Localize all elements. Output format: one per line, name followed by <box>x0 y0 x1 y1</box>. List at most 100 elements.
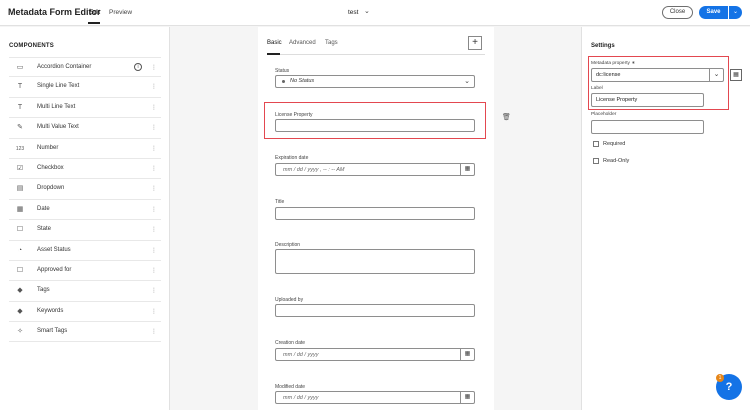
component-label: Dropdown <box>37 185 65 192</box>
help-notification-badge: 1 <box>716 374 724 382</box>
title-input[interactable] <box>275 207 475 220</box>
chevron-down-icon: ⌄ <box>464 78 470 85</box>
dropdown-icon: ▤ <box>16 185 24 193</box>
component-label: State <box>37 226 52 233</box>
component-smart-tags[interactable]: ✧ Smart Tags ⋮ <box>9 322 161 343</box>
info-icon[interactable]: i <box>134 63 142 71</box>
component-multi-line-text[interactable]: T Multi Line Text ⋮ <box>9 98 161 119</box>
text-icon: T <box>17 103 23 111</box>
drag-handle-icon[interactable]: ⋮ <box>151 185 157 192</box>
component-checkbox[interactable]: ☑ Checkbox ⋮ <box>9 159 161 180</box>
accordion-icon: ▭ <box>16 64 24 71</box>
trash-icon[interactable]: 🗑 <box>502 113 511 121</box>
drag-handle-icon[interactable]: ⋮ <box>151 165 157 172</box>
status-dropdown[interactable]: No Status ⌄ <box>275 75 475 88</box>
required-label: Required <box>603 141 626 147</box>
save-button[interactable]: Save <box>699 6 728 19</box>
modified-placeholder: mm / dd / yyyy <box>283 395 319 401</box>
status-label: Status <box>275 68 290 74</box>
component-label: Date <box>37 205 50 212</box>
smart-tag-icon: ✧ <box>17 328 23 336</box>
component-tags[interactable]: ◆ Tags ⋮ <box>9 281 161 302</box>
drag-handle-icon[interactable]: ⋮ <box>151 64 157 71</box>
component-label: Keywords <box>37 307 64 314</box>
drag-handle-icon[interactable]: ⋮ <box>151 124 157 131</box>
calendar-icon[interactable]: ▦ <box>460 164 474 175</box>
component-dropdown[interactable]: ▤ Dropdown ⋮ <box>9 179 161 200</box>
drag-handle-icon[interactable]: ⋮ <box>151 206 157 213</box>
read-only-label: Read-Only <box>603 158 630 164</box>
asset-status-icon: ◔ <box>17 246 23 254</box>
component-accordion-container[interactable]: ▭ Accordion Container i ⋮ <box>9 57 161 78</box>
drag-handle-icon[interactable]: ⋮ <box>151 247 157 254</box>
drag-handle-icon[interactable]: ⋮ <box>151 83 157 90</box>
drag-handle-icon[interactable]: ⋮ <box>151 226 157 233</box>
calendar-icon[interactable]: ▦ <box>460 349 474 360</box>
drag-handle-icon[interactable]: ⋮ <box>151 267 157 274</box>
table-icon[interactable]: ▦ <box>730 69 742 81</box>
component-approved-for[interactable]: ☐ Approved for ⋮ <box>9 261 161 282</box>
component-state[interactable]: ☐ State ⋮ <box>9 220 161 241</box>
tag-icon: ◆ <box>17 307 23 315</box>
component-keywords[interactable]: ◆ Keywords ⋮ <box>9 302 161 323</box>
read-only-checkbox[interactable] <box>593 158 599 164</box>
text-icon: T <box>17 83 23 91</box>
component-single-line-text[interactable]: T Single Line Text ⋮ <box>9 77 161 98</box>
state-icon: ☐ <box>16 226 24 234</box>
component-label: Approved for <box>37 266 72 273</box>
modified-date-label: Modified date <box>275 384 306 390</box>
component-label: Asset Status <box>37 246 71 253</box>
tag-icon: ◆ <box>17 287 23 295</box>
form-tabs: Basic Advanced Tags <box>267 39 485 55</box>
component-number[interactable]: 123 Number ⋮ <box>9 139 161 159</box>
tab-preview[interactable]: Preview <box>109 9 132 16</box>
settings-highlight <box>588 56 729 110</box>
top-bar: Metadata Form Editor Edit Preview test ⌄… <box>0 0 750 26</box>
creation-date-input[interactable]: mm / dd / yyyy ▦ <box>275 348 475 361</box>
modified-date-input[interactable]: mm / dd / yyyy ▦ <box>275 391 475 404</box>
component-label: Smart Tags <box>37 328 68 335</box>
drag-handle-icon[interactable]: ⋮ <box>151 104 157 111</box>
app-title: Metadata Form Editor <box>8 7 101 17</box>
drag-handle-icon[interactable]: ⋮ <box>151 328 157 335</box>
tab-basic[interactable]: Basic <box>267 40 282 46</box>
expiration-label: Expiration date <box>275 155 309 161</box>
description-label: Description <box>275 242 301 248</box>
title-label: Title <box>275 199 285 205</box>
checkbox-icon: ☑ <box>16 164 24 172</box>
required-checkbox[interactable] <box>593 141 599 147</box>
components-list: ▭ Accordion Container i ⋮ T Single Line … <box>9 57 161 343</box>
tab-basic-indicator <box>267 53 280 55</box>
components-panel: COMPONENTS ▭ Accordion Container i ⋮ T S… <box>0 27 170 410</box>
status-dot-icon <box>282 80 285 83</box>
expiration-date-input[interactable]: mm / dd / yyyy , -- : -- AM ▦ <box>275 163 475 176</box>
tab-advanced[interactable]: Advanced <box>289 40 316 46</box>
components-heading: COMPONENTS <box>9 43 55 49</box>
chevron-down-icon[interactable]: ⌄ <box>364 7 370 15</box>
tab-edit[interactable]: Edit <box>89 9 100 16</box>
placeholder-input[interactable] <box>591 120 704 134</box>
save-menu-chevron-icon[interactable]: ⌄ <box>729 6 742 19</box>
component-label: Checkbox <box>37 164 64 171</box>
drag-handle-icon[interactable]: ⋮ <box>151 287 157 294</box>
add-tab-button[interactable]: + <box>468 36 482 50</box>
component-date[interactable]: ▦ Date ⋮ <box>9 200 161 221</box>
component-asset-status[interactable]: ◔ Asset Status ⋮ <box>9 241 161 261</box>
status-value: No Status <box>290 78 315 84</box>
close-button[interactable]: Close <box>662 6 693 19</box>
selected-field-highlight <box>264 102 486 139</box>
creation-placeholder: mm / dd / yyyy <box>283 352 319 358</box>
approved-icon: ☐ <box>16 266 24 274</box>
expiration-placeholder: mm / dd / yyyy , -- : -- AM <box>283 167 345 173</box>
placeholder-label: Placeholder <box>591 112 617 117</box>
component-multi-value-text[interactable]: ✎ Multi Value Text ⋮ <box>9 118 161 139</box>
calendar-icon[interactable]: ▦ <box>460 392 474 403</box>
description-textarea[interactable] <box>275 249 475 274</box>
tab-tags[interactable]: Tags <box>325 40 338 46</box>
settings-heading: Settings <box>591 43 615 49</box>
form-canvas: Basic Advanced Tags + Status No Status ⌄… <box>258 27 494 410</box>
drag-handle-icon[interactable]: ⋮ <box>151 145 157 152</box>
uploaded-by-input[interactable] <box>275 304 475 317</box>
drag-handle-icon[interactable]: ⋮ <box>151 308 157 315</box>
document-name[interactable]: test <box>348 9 358 16</box>
